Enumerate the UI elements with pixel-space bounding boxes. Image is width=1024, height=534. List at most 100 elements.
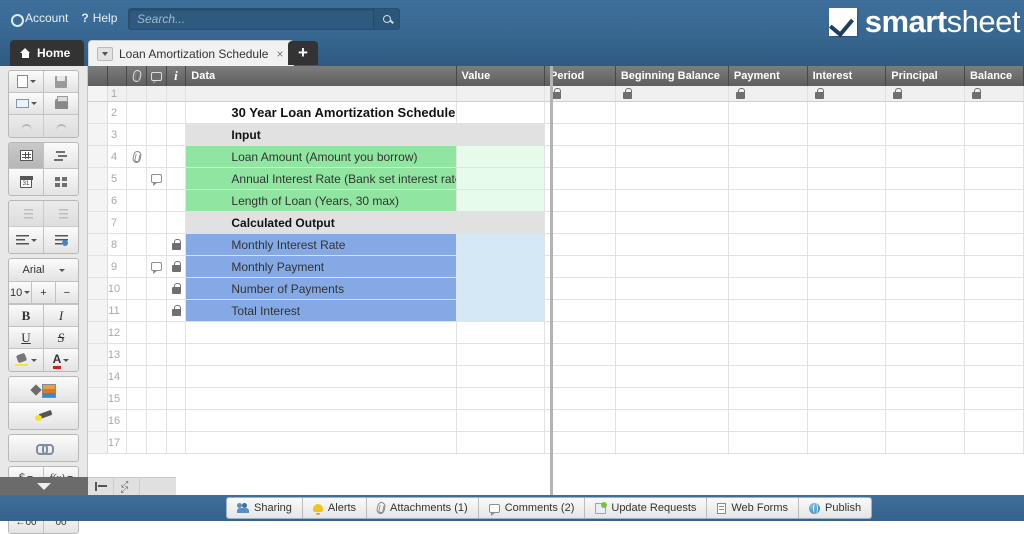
cell-beginning-balance[interactable]: [616, 256, 729, 277]
cell-attachment[interactable]: [127, 344, 147, 365]
cell-balance[interactable]: [965, 234, 1024, 255]
search-button[interactable]: [373, 9, 399, 29]
cell-beginning-balance[interactable]: [616, 300, 729, 321]
cell-info[interactable]: [167, 234, 187, 255]
cell-info[interactable]: [167, 124, 187, 145]
cell-data[interactable]: [186, 86, 456, 101]
cell-payment[interactable]: [729, 168, 808, 189]
cell-gutter[interactable]: [88, 322, 108, 343]
cell-balance[interactable]: [965, 322, 1024, 343]
align-button[interactable]: [9, 227, 44, 253]
cell-info[interactable]: [167, 322, 187, 343]
table-row[interactable]: 4 Loan Amount (Amount you borrow): [88, 146, 1024, 168]
cell-value[interactable]: [457, 366, 546, 387]
cell-beginning-balance[interactable]: [616, 124, 729, 145]
sharing-button[interactable]: Sharing: [227, 498, 303, 518]
cell-value[interactable]: [457, 300, 546, 321]
cell-attachment[interactable]: [127, 432, 147, 453]
cell-payment[interactable]: [729, 212, 808, 233]
cell-info[interactable]: [167, 212, 187, 233]
cell-payment[interactable]: [729, 190, 808, 211]
attachments-button[interactable]: Attachments (1): [367, 498, 479, 518]
cell-beginning-balance[interactable]: [616, 190, 729, 211]
cell-comment[interactable]: [147, 234, 167, 255]
cell-info[interactable]: [167, 102, 187, 123]
cell-data[interactable]: Loan Amount (Amount you borrow): [186, 146, 456, 167]
cell-gutter[interactable]: [88, 146, 108, 167]
cell-row-number[interactable]: 10: [108, 278, 128, 299]
cell-gutter[interactable]: [88, 256, 108, 277]
cell-value[interactable]: [457, 168, 546, 189]
cell-data[interactable]: Number of Payments: [186, 278, 456, 299]
cell-value[interactable]: [457, 86, 546, 101]
column-header-principal[interactable]: Principal: [886, 66, 965, 86]
cell-info[interactable]: [167, 256, 187, 277]
cell-principal[interactable]: [886, 388, 965, 409]
cell-value[interactable]: [457, 322, 546, 343]
cell-period[interactable]: [545, 344, 616, 365]
column-header-row-number[interactable]: [108, 66, 128, 86]
cell-principal[interactable]: [886, 322, 965, 343]
cell-beginning-balance[interactable]: [616, 102, 729, 123]
cell-row-number[interactable]: 1: [108, 86, 128, 101]
cell-gutter[interactable]: [88, 410, 108, 431]
cell-interest[interactable]: [808, 388, 887, 409]
cell-data[interactable]: 30 Year Loan Amortization Schedule: [186, 102, 456, 123]
cell-gutter[interactable]: [88, 124, 108, 145]
cell-balance[interactable]: [965, 256, 1024, 277]
cell-value[interactable]: [457, 256, 546, 277]
cell-period[interactable]: [545, 322, 616, 343]
table-row[interactable]: 8Monthly Interest Rate: [88, 234, 1024, 256]
cell-beginning-balance[interactable]: [616, 146, 729, 167]
cell-interest[interactable]: [808, 278, 887, 299]
account-menu[interactable]: Account: [10, 11, 68, 25]
cell-row-number[interactable]: 4: [108, 146, 128, 167]
column-header-balance[interactable]: Balance: [965, 66, 1024, 86]
cell-comment[interactable]: [147, 86, 167, 101]
cell-principal[interactable]: [886, 124, 965, 145]
update-requests-button[interactable]: Update Requests: [585, 498, 707, 518]
comments-button[interactable]: Comments (2): [479, 498, 586, 518]
cell-attachment[interactable]: [127, 300, 147, 321]
column-divider[interactable]: [550, 66, 553, 495]
tab-loan-amortization-schedule[interactable]: Loan Amortization Schedule ×: [88, 40, 294, 66]
indent-button[interactable]: [9, 201, 44, 227]
cell-interest[interactable]: [808, 212, 887, 233]
cell-payment[interactable]: [729, 432, 808, 453]
cell-value[interactable]: [457, 102, 546, 123]
cell-row-number[interactable]: 13: [108, 344, 128, 365]
cell-gutter[interactable]: [88, 344, 108, 365]
cell-attachment[interactable]: [127, 388, 147, 409]
cell-balance[interactable]: [965, 344, 1024, 365]
cell-beginning-balance[interactable]: [616, 388, 729, 409]
cell-beginning-balance[interactable]: [616, 344, 729, 365]
cell-interest[interactable]: [808, 366, 887, 387]
cell-payment[interactable]: [729, 102, 808, 123]
cell-attachment[interactable]: [127, 212, 147, 233]
cell-data[interactable]: Input: [186, 124, 456, 145]
column-header-comment[interactable]: [147, 66, 167, 86]
cell-data[interactable]: Annual Interest Rate (Bank set interest …: [186, 168, 456, 189]
cell-principal[interactable]: [886, 344, 965, 365]
column-header-attachment[interactable]: [127, 66, 147, 86]
cell-principal[interactable]: [886, 146, 965, 167]
web-forms-button[interactable]: Web Forms: [707, 498, 799, 518]
cell-balance[interactable]: [965, 124, 1024, 145]
increase-font-button[interactable]: +: [32, 282, 55, 304]
cell-gutter[interactable]: [88, 168, 108, 189]
search-box[interactable]: [128, 8, 400, 30]
card-view-button[interactable]: [44, 169, 78, 195]
cell-data[interactable]: [186, 322, 456, 343]
cell-info[interactable]: [167, 300, 187, 321]
strikethrough-button[interactable]: S: [44, 327, 78, 349]
cell-row-number[interactable]: 12: [108, 322, 128, 343]
table-row[interactable]: 7Calculated Output: [88, 212, 1024, 234]
cell-balance[interactable]: [965, 86, 1024, 101]
cell-balance[interactable]: [965, 388, 1024, 409]
cell-attachment[interactable]: [127, 124, 147, 145]
cell-payment[interactable]: [729, 344, 808, 365]
cell-attachment[interactable]: [127, 190, 147, 211]
cell-comment[interactable]: [147, 410, 167, 431]
cell-beginning-balance[interactable]: [616, 212, 729, 233]
cell-gutter[interactable]: [88, 102, 108, 123]
